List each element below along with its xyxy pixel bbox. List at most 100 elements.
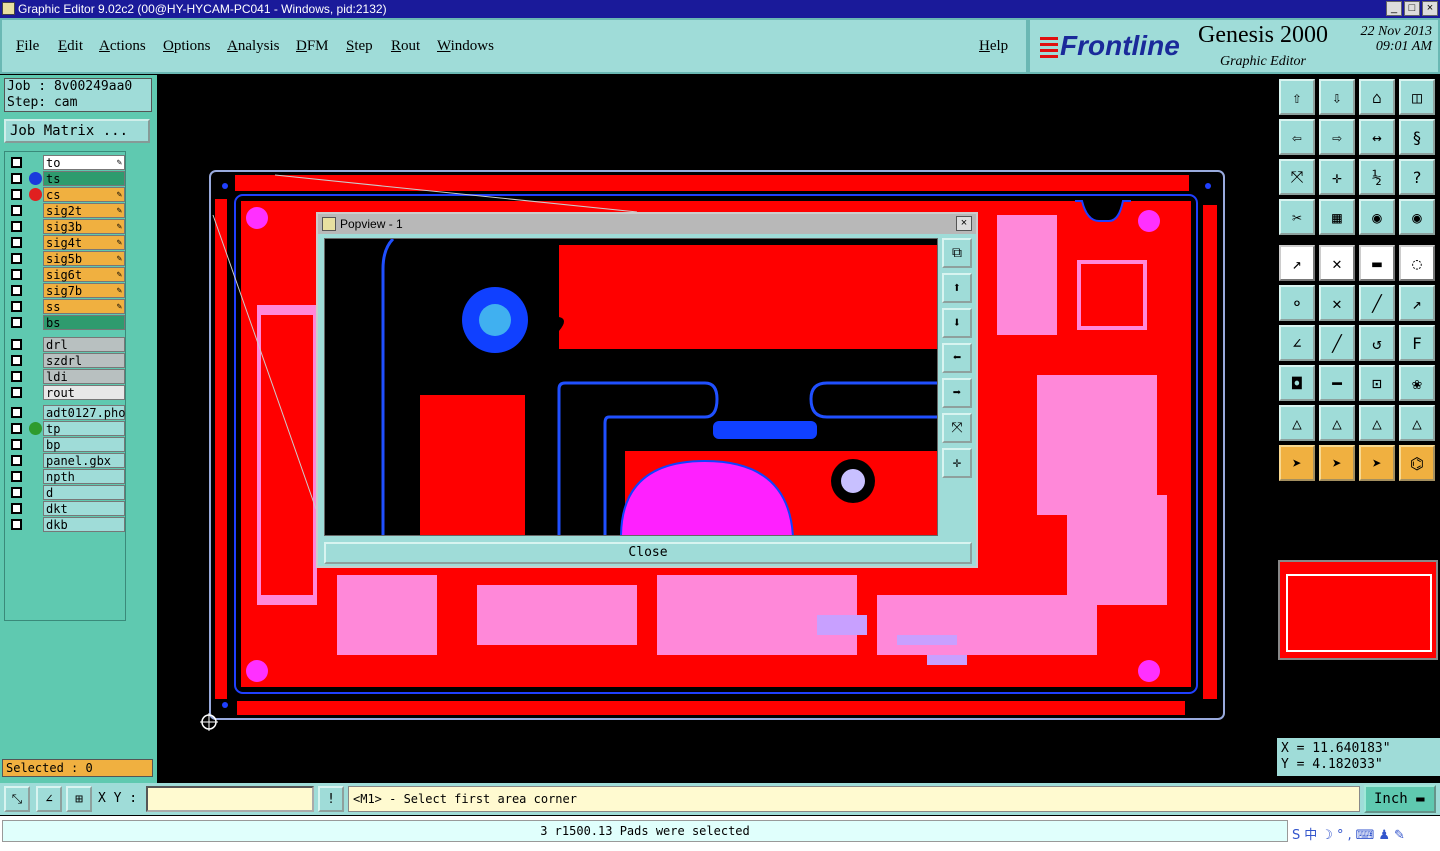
alert-icon[interactable]: ! [318,786,344,812]
popview-right-icon[interactable]: ➡ [942,378,972,408]
menu-actions[interactable]: Actions [99,38,146,55]
menu-edit[interactable]: Edit [58,38,83,55]
pointer-select-icon[interactable]: ➤ [1359,445,1395,481]
layer-checkbox[interactable] [11,157,22,168]
measure-angle-icon[interactable]: ∠ [36,786,62,812]
tweezers-icon[interactable]: ✂ [1279,199,1315,235]
layer-row[interactable]: npth [7,469,125,484]
layer-name[interactable]: sig6t ✎ [43,267,125,282]
layer-row[interactable]: ss ✎ [7,299,125,314]
layer-checkbox[interactable] [11,173,22,184]
layer-name[interactable]: ss ✎ [43,299,125,314]
unit-selector[interactable]: Inch ▬ [1364,785,1436,813]
layer-name[interactable]: npth [43,469,125,484]
net-icon[interactable]: ⌬ [1399,445,1435,481]
popview-canvas[interactable] [324,238,938,536]
home-icon[interactable]: ⇧ [1279,79,1315,115]
line-arrow-icon[interactable]: ↗ [1399,285,1435,321]
layer-row[interactable]: sig3b ✎ [7,219,125,234]
layer-row[interactable]: drl [7,337,125,352]
popview-left-icon[interactable]: ⬅ [942,343,972,373]
connect-icon[interactable]: ⚬ [1279,285,1315,321]
overview-map[interactable] [1278,560,1438,660]
a-tri3-icon[interactable]: △ [1399,405,1435,441]
maximize-button[interactable]: □ [1404,1,1420,16]
layer-checkbox[interactable] [11,269,22,280]
fit-icon[interactable]: ⤧ [1279,159,1315,195]
minimize-button[interactable]: _ [1386,1,1402,16]
layer-name[interactable]: bs [43,315,125,330]
close-window-button[interactable]: × [1422,1,1438,16]
punct-icon[interactable]: °, [1337,828,1356,843]
pointer-box-icon[interactable]: ➤ [1319,445,1355,481]
user-icon[interactable]: ♟ [1378,828,1394,843]
popview-fit-icon[interactable]: ⤧ [942,413,972,443]
layer-row[interactable]: bs [7,315,125,330]
menu-options[interactable]: Options [163,38,211,55]
menu-dfm[interactable]: DFM [296,38,329,55]
job-matrix-button[interactable]: Job Matrix ... [4,119,150,143]
layer-checkbox[interactable] [11,423,22,434]
layer-row[interactable]: sig2t ✎ [7,203,125,218]
layer-name[interactable]: dkt [43,501,125,516]
popview-down-icon[interactable]: ⬇ [942,308,972,338]
pad-icon[interactable]: ◘ [1279,365,1315,401]
popview-center-icon[interactable]: ✛ [942,448,972,478]
layer-name[interactable]: panel.gbx [43,453,125,468]
layer-row[interactable]: bp [7,437,125,452]
layer-checkbox[interactable] [11,253,22,264]
layer-name[interactable]: ts [43,171,125,186]
pointer-icon[interactable]: ➤ [1279,445,1315,481]
menu-file[interactable]: File [16,38,39,55]
arrow-right-icon[interactable]: ⇨ [1319,119,1355,155]
layer-checkbox[interactable] [11,237,22,248]
layer-checkbox[interactable] [11,221,22,232]
layer-name[interactable]: cs ✎ [43,187,125,202]
layer-checkbox[interactable] [11,355,22,366]
layer-checkbox[interactable] [11,407,22,418]
layer-checkbox[interactable] [11,317,22,328]
minus-icon[interactable]: ━ [1319,365,1355,401]
layer-row[interactable]: sig5b ✎ [7,251,125,266]
slash-icon[interactable]: ╱ [1319,325,1355,361]
layer-checkbox[interactable] [11,189,22,200]
measure-icon[interactable]: ↗ [1279,245,1315,281]
tri-icon[interactable]: △ [1279,405,1315,441]
arc-icon[interactable]: ↺ [1359,325,1395,361]
a-tri-icon[interactable]: △ [1319,405,1355,441]
layers-icon[interactable]: ◉ [1359,199,1395,235]
a-tri2-icon[interactable]: △ [1359,405,1395,441]
snap-icon[interactable]: ✕ [1319,245,1355,281]
layer-name[interactable]: sig3b ✎ [43,219,125,234]
ratio-icon[interactable]: ½ [1359,159,1395,195]
popview-zoom-in-icon[interactable]: ⧉ [942,238,972,268]
grid-snap-icon[interactable]: ⊞ [66,786,92,812]
xy-input[interactable] [146,786,314,812]
layer-row[interactable]: szdrl [7,353,125,368]
layer-checkbox[interactable] [11,503,22,514]
layer-row[interactable]: dkt [7,501,125,516]
layer-row[interactable]: ts [7,171,125,186]
layer-name[interactable]: to ✎ [43,155,125,170]
layer-checkbox[interactable] [11,455,22,466]
layer-row[interactable]: adt0127.pho [7,405,125,420]
layer-name[interactable]: sig2t ✎ [43,203,125,218]
menu-rout[interactable]: Rout [391,38,420,55]
layer-checkbox[interactable] [11,205,22,216]
keyboard-icon[interactable]: ⌨ [1356,828,1379,843]
layer-checkbox[interactable] [11,285,22,296]
layer-name[interactable]: drl [43,337,125,352]
layer-row[interactable]: d [7,485,125,500]
layer-row[interactable]: cs ✎ [7,187,125,202]
layer-checkbox[interactable] [11,439,22,450]
layer-row[interactable]: sig4t ✎ [7,235,125,250]
layer-name[interactable]: sig5b ✎ [43,251,125,266]
house-icon[interactable]: ⌂ [1359,79,1395,115]
s-icon[interactable]: § [1399,119,1435,155]
language-icon[interactable]: 中 [1304,828,1321,843]
menu-help[interactable]: Help [979,38,1008,55]
layer-row[interactable]: sig7b ✎ [7,283,125,298]
arrow-left-icon[interactable]: ⇦ [1279,119,1315,155]
layer-checkbox[interactable] [11,339,22,350]
angle-icon[interactable]: ∠ [1279,325,1315,361]
